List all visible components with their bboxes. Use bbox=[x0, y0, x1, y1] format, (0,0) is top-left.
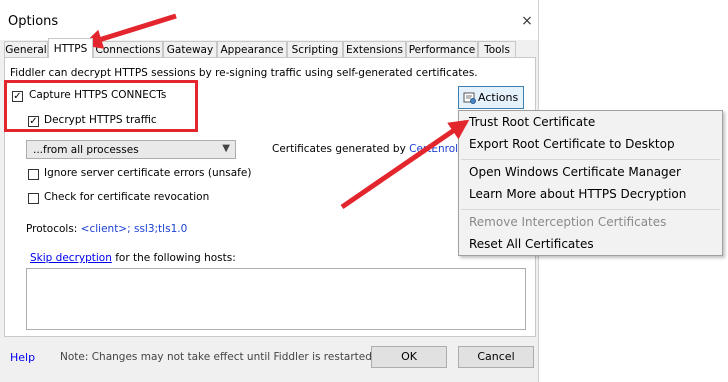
arrow-to-trust-root bbox=[340, 119, 470, 210]
arrow-to-https-tab bbox=[82, 13, 177, 49]
tab-https[interactable]: HTTPS bbox=[48, 38, 93, 58]
annotation-arrows bbox=[82, 13, 470, 210]
